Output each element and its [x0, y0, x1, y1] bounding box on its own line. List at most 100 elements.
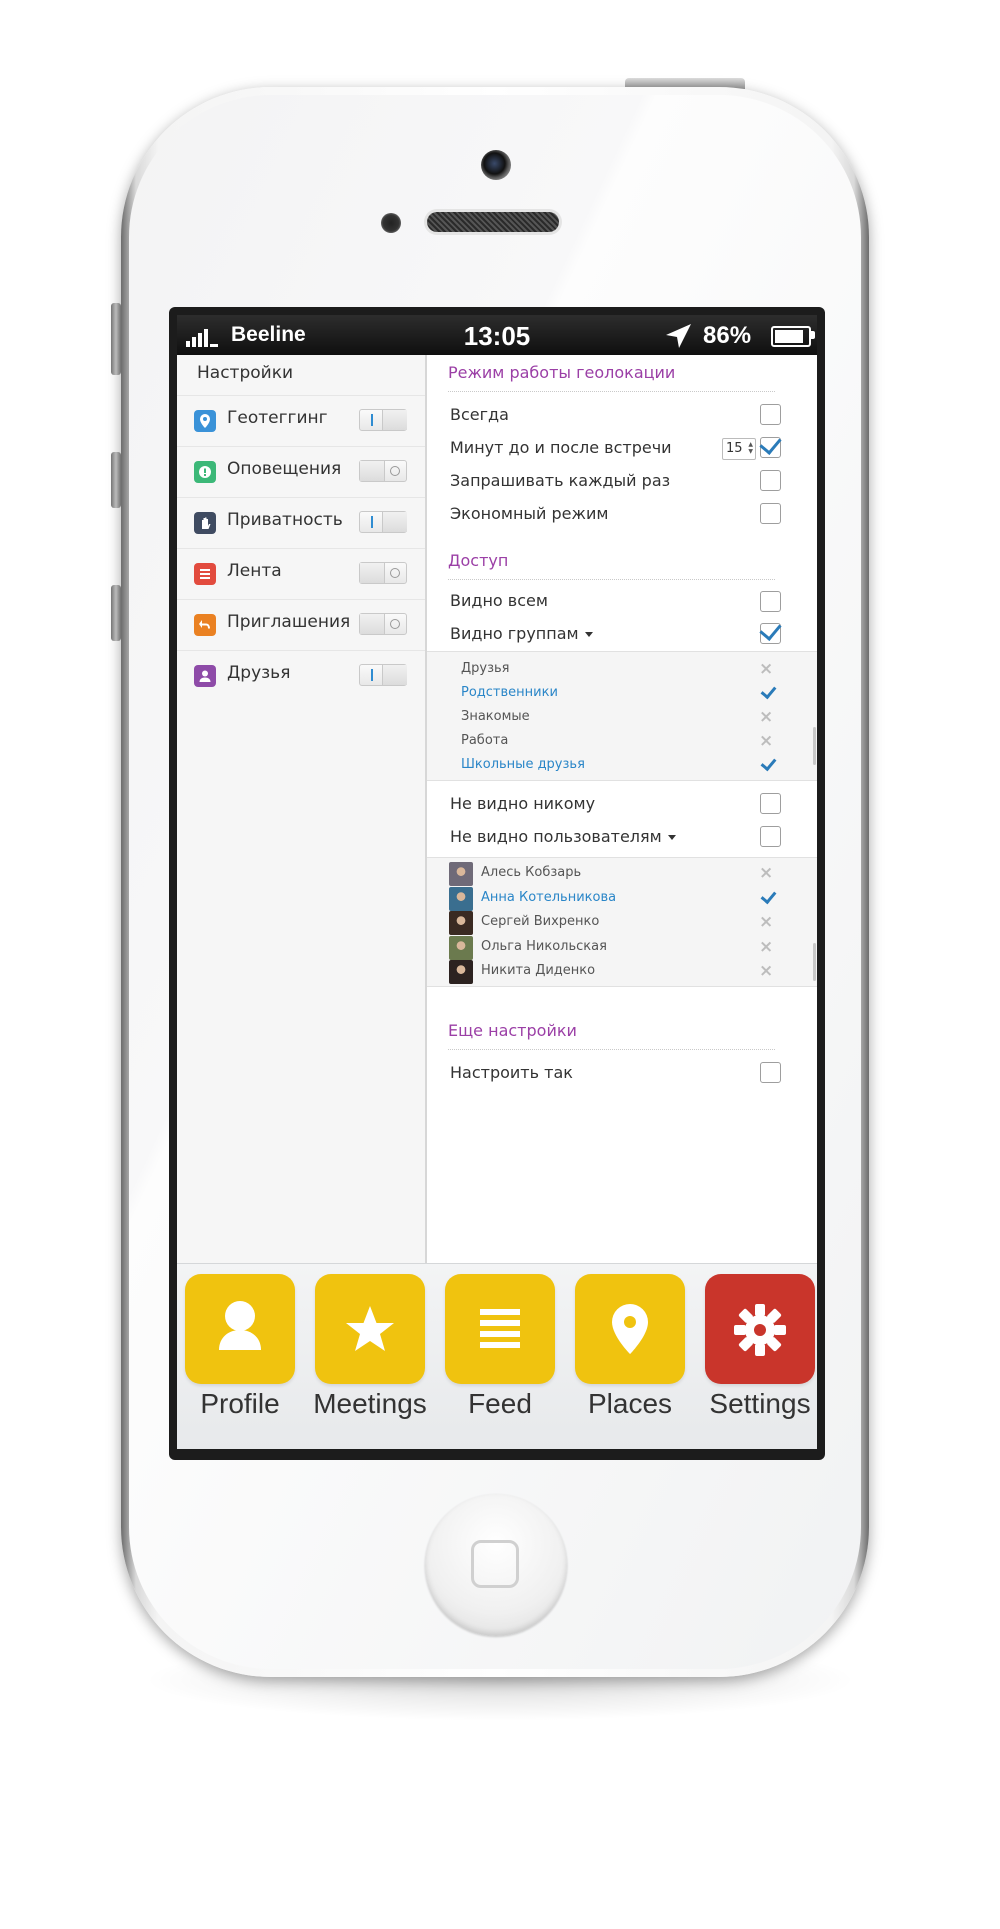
toggle-off-mark — [390, 619, 400, 629]
tab-label: Settings — [709, 1388, 811, 1419]
group-label: Родственники — [461, 685, 558, 700]
more-option-checkbox[interactable] — [760, 1062, 781, 1083]
toggle-knob — [382, 665, 407, 685]
toggle-on-mark — [371, 516, 373, 528]
user-list-item[interactable]: Алесь Кобзарь × — [427, 862, 817, 886]
close-icon: × — [759, 912, 774, 932]
group-list-item[interactable]: Родственники — [427, 682, 817, 706]
hidden-users-checkbox[interactable] — [760, 826, 781, 847]
close-icon: × — [759, 707, 774, 727]
battery-tip — [811, 331, 815, 339]
user-list-item[interactable]: Анна Котельникова — [427, 886, 817, 911]
visible-groups-checkbox[interactable] — [759, 618, 782, 644]
map-pin-icon — [194, 410, 216, 432]
toggle-on-mark — [371, 669, 373, 681]
alert-icon — [194, 461, 216, 483]
section-divider — [448, 579, 775, 580]
group-list-item[interactable]: Школьные друзья — [427, 754, 817, 778]
user-list-item[interactable]: Сергей Вихренко × — [427, 911, 817, 935]
sidebar-item[interactable]: Геотеггинг — [177, 395, 425, 446]
front-camera — [481, 150, 511, 180]
sidebar-item[interactable]: Друзья — [177, 650, 425, 701]
geolocation-option-checkbox[interactable] — [760, 503, 781, 524]
group-label: Школьные друзья — [461, 757, 585, 772]
mute-switch — [111, 303, 121, 375]
gear-icon — [705, 1274, 815, 1384]
tab-profile[interactable]: Profile — [185, 1270, 295, 1440]
more-section-title: Еще настройки — [448, 1021, 577, 1040]
close-icon: × — [759, 659, 774, 679]
sidebar-toggle[interactable] — [359, 664, 407, 686]
toggle-knob — [360, 563, 385, 583]
user-label: Сергей Вихренко — [481, 914, 600, 929]
sidebar-toggle[interactable] — [359, 511, 407, 533]
sidebar-item[interactable]: Приватность — [177, 497, 425, 548]
sidebar-item[interactable]: Оповещения — [177, 446, 425, 497]
visible-groups-label: Видно группам — [450, 624, 579, 643]
toggle-off-mark — [390, 568, 400, 578]
geolocation-option-label: Всегда — [450, 405, 509, 424]
users-list: Алесь Кобзарь × Анна Котельникова Сергей Ви… — [427, 857, 817, 987]
geolocation-section-title: Режим работы геолокации — [448, 363, 676, 382]
sidebar-item[interactable]: Приглашения — [177, 599, 425, 650]
user-label: Анна Котельникова — [481, 889, 617, 905]
sidebar-item[interactable]: Лента — [177, 548, 425, 599]
checkmark-icon — [760, 754, 777, 772]
geolocation-option-checkbox[interactable] — [760, 470, 781, 491]
minutes-stepper[interactable]: 15 ▲ ▼ — [722, 438, 756, 460]
volume-down-button — [111, 585, 121, 641]
tab-places[interactable]: Places — [575, 1270, 685, 1440]
sidebar-item-label: Оповещения — [227, 459, 342, 479]
sidebar-toggle[interactable] — [359, 460, 407, 482]
geolocation-option-checkbox[interactable] — [759, 432, 782, 458]
group-label: Друзья — [461, 661, 510, 676]
group-list-item[interactable]: Друзья × — [427, 658, 817, 682]
battery-percent: 86% — [703, 322, 752, 349]
caret-down-icon — [584, 632, 593, 637]
tab-meetings[interactable]: Meetings — [313, 1270, 427, 1440]
tab-feed[interactable]: Feed — [445, 1270, 555, 1440]
visible-all-checkbox[interactable] — [760, 591, 781, 612]
section-divider — [448, 1049, 775, 1050]
settings-sidebar: Настройки Геотеггинг Оповещения Приватност… — [177, 355, 427, 1263]
stepper-arrows-icon[interactable]: ▲ ▼ — [748, 441, 753, 455]
toggle-on-mark — [371, 414, 373, 426]
sidebar-toggle[interactable] — [359, 409, 407, 431]
user-list-item[interactable]: Никита Диденко × — [427, 960, 817, 984]
group-list-item[interactable]: Работа × — [427, 730, 817, 754]
group-label: Работа — [461, 733, 509, 748]
checkmark-icon — [760, 682, 777, 700]
toggle-knob — [360, 614, 385, 634]
checkmark-icon — [759, 432, 782, 455]
proximity-sensor — [381, 213, 401, 233]
person-icon — [194, 665, 216, 687]
status-bar: Beeline 13:05 86% — [177, 315, 817, 355]
group-list-item[interactable]: Знакомые × — [427, 706, 817, 730]
close-icon: × — [759, 731, 774, 751]
visible-groups-dropdown[interactable]: Видно группам — [450, 624, 593, 643]
hidden-users-label: Не видно пользователям — [450, 827, 662, 846]
reply-icon — [194, 614, 216, 636]
groups-scrollbar[interactable] — [813, 727, 816, 765]
sidebar-item-label: Геотеггинг — [227, 408, 328, 428]
sidebar-item-label: Друзья — [227, 663, 291, 683]
avatar — [449, 935, 473, 960]
user-label: Ольга Никольская — [481, 938, 607, 954]
user-label: Алесь Кобзарь — [481, 865, 582, 880]
users-scrollbar[interactable] — [813, 943, 816, 981]
toggle-knob — [360, 461, 385, 481]
location-arrow-icon — [666, 324, 691, 348]
user-label: Никита Диденко — [481, 963, 596, 978]
visible-none-checkbox[interactable] — [760, 793, 781, 814]
sidebar-toggle[interactable] — [359, 562, 407, 584]
geolocation-option-checkbox[interactable] — [760, 404, 781, 425]
sidebar-toggle[interactable] — [359, 613, 407, 635]
tab-settings[interactable]: Settings — [705, 1270, 815, 1440]
user-list-item[interactable]: Ольга Никольская × — [427, 935, 817, 960]
groups-list: Друзья × Родственники Знакомые × Работа × Школь… — [427, 651, 817, 781]
list-icon — [194, 563, 216, 585]
avatar — [449, 862, 473, 886]
list-icon — [445, 1274, 555, 1384]
hidden-users-dropdown[interactable]: Не видно пользователям — [450, 827, 676, 846]
close-icon: × — [759, 961, 774, 981]
